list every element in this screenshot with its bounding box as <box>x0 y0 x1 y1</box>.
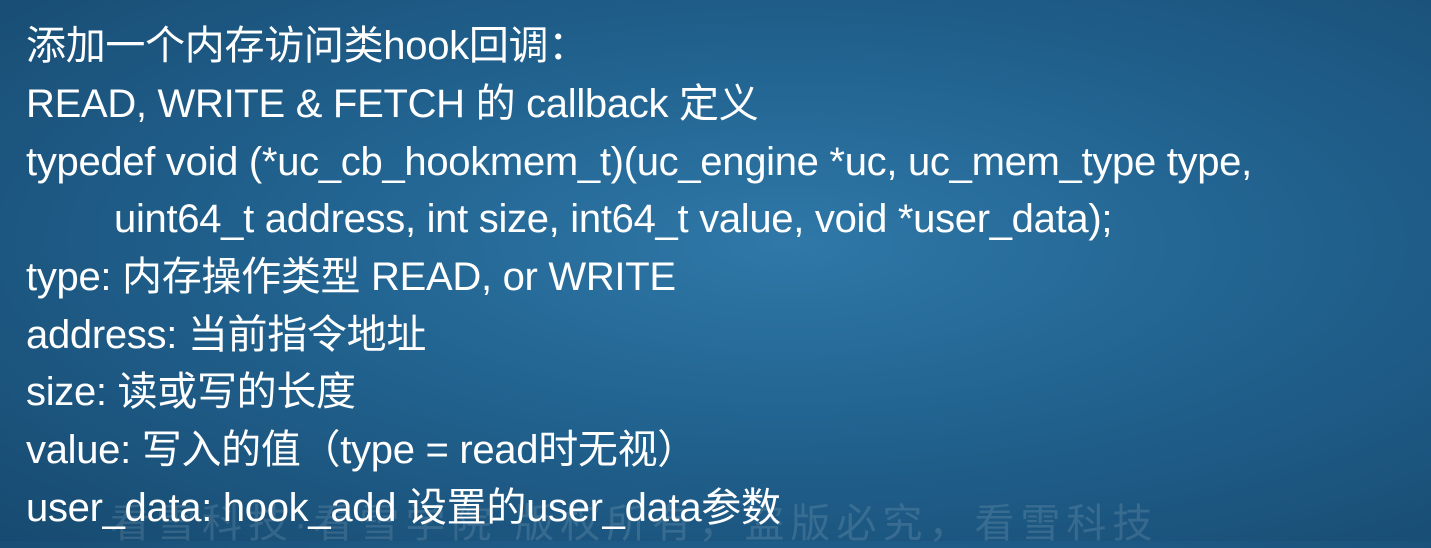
callback-definition-line: READ, WRITE & FETCH 的 callback 定义 <box>26 82 759 126</box>
type-param-description: type: 内存操作类型 READ, or WRITE <box>26 255 676 299</box>
value-param-description: value: 写入的值（type = read时无视） <box>26 428 698 472</box>
slide: 看雪科技·看雪学院 版权所有，盗版必究，看雪科技 添加一个内存访问类hook回调… <box>0 0 1431 546</box>
address-param-description: address: 当前指令地址 <box>26 313 427 357</box>
size-param-description: size: 读或写的长度 <box>26 370 356 414</box>
slide-heading: 添加一个内存访问类hook回调： <box>26 24 588 68</box>
user-data-param-description: user_data: hook_add 设置的user_data参数 <box>26 486 781 530</box>
typedef-line: typedef void (*uc_cb_hookmem_t)(uc_engin… <box>26 140 1252 184</box>
typedef-params-line: uint64_t address, int size, int64_t valu… <box>114 197 1113 241</box>
